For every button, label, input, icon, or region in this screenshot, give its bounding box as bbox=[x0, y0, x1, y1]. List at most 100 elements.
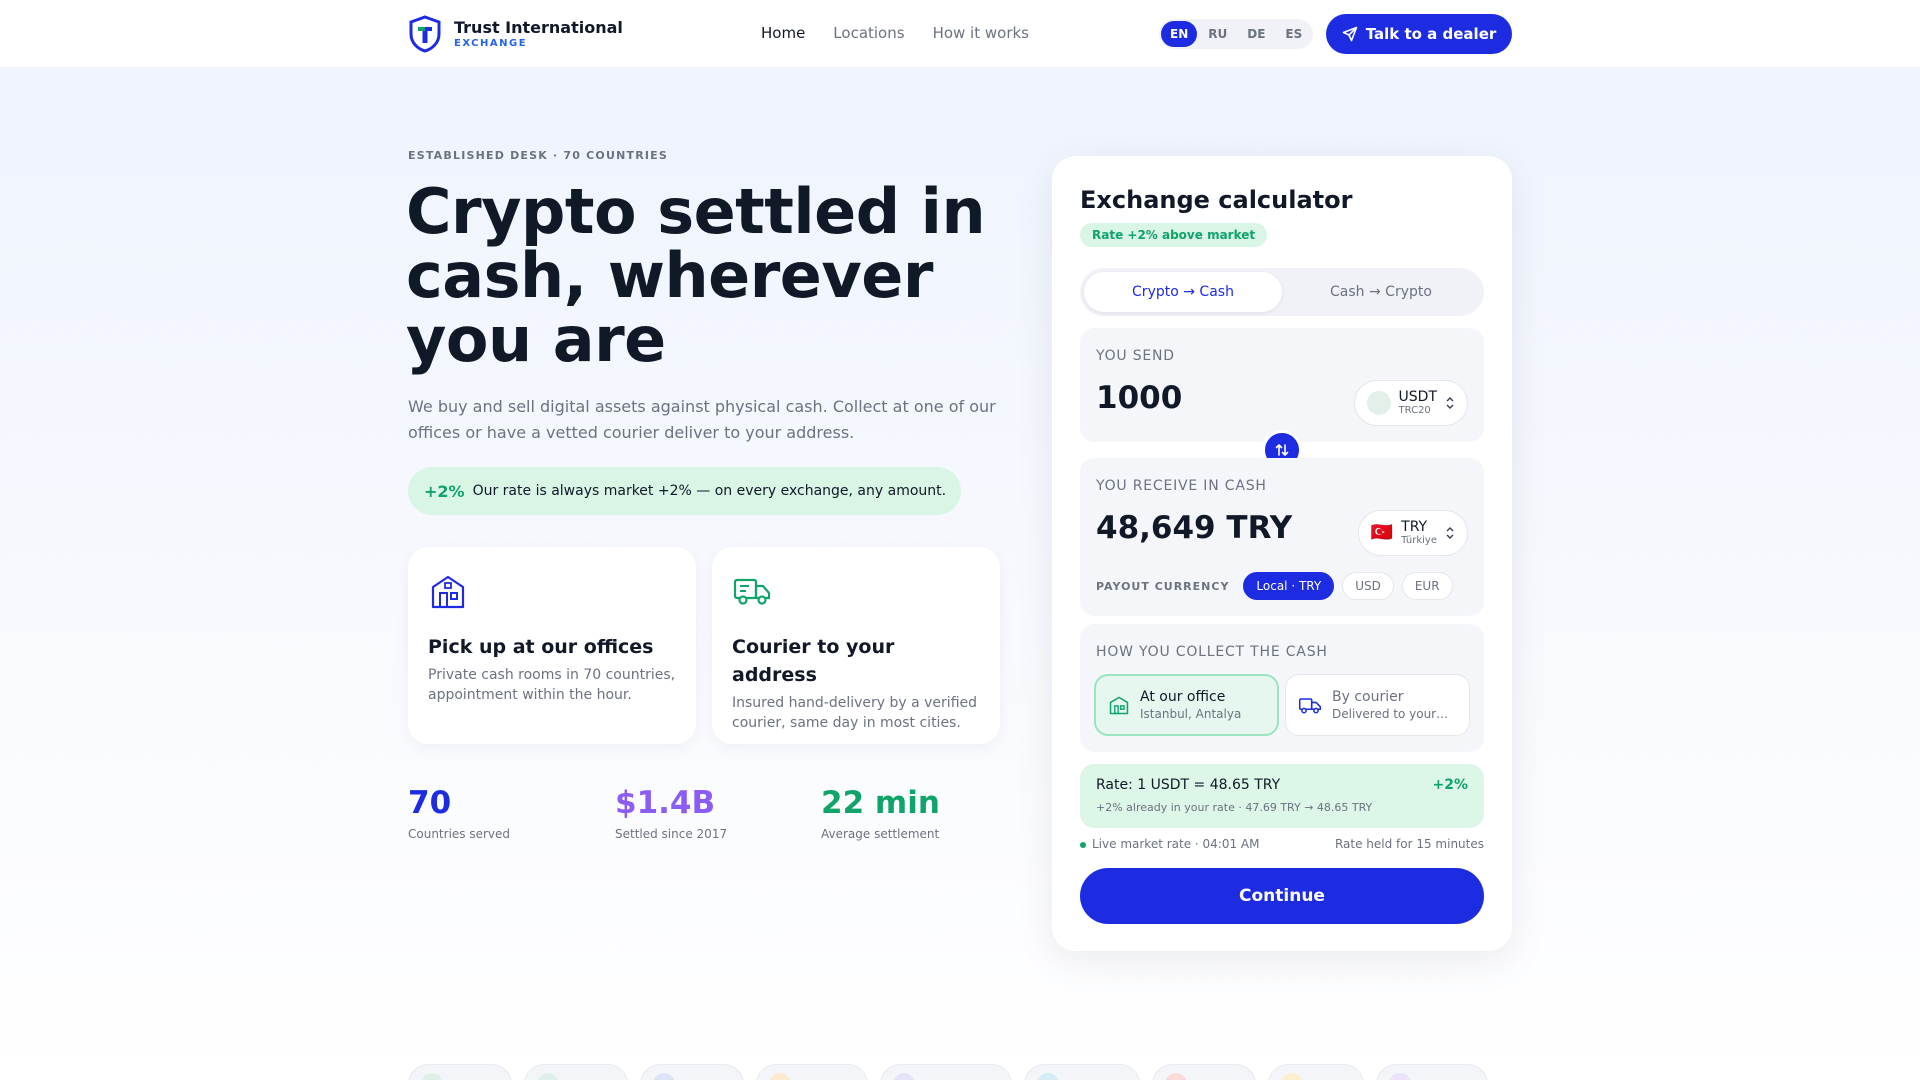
feature-text: Private cash rooms in 70 countries, appo… bbox=[428, 667, 676, 703]
receive-currency: TRY bbox=[1401, 518, 1428, 535]
ticker-chip bbox=[1152, 1064, 1256, 1080]
ticker-chip bbox=[524, 1064, 628, 1080]
stat-countries: 70 Countries served bbox=[408, 785, 510, 841]
shield-logo-icon bbox=[409, 15, 441, 53]
live-rate: Live market rate · 04:01 AM bbox=[1080, 837, 1260, 851]
coin-icon bbox=[537, 1073, 559, 1080]
payout-local-try[interactable]: Local · TRY bbox=[1243, 572, 1335, 600]
coin-icon bbox=[1281, 1073, 1303, 1080]
receive-amount: 48,649 TRY bbox=[1096, 510, 1293, 546]
feature-card-courier: Courier to your address Insured hand-del… bbox=[712, 547, 1000, 744]
lang-ru[interactable]: RU bbox=[1199, 21, 1236, 47]
send-label: YOU SEND bbox=[1096, 348, 1175, 364]
coin-icon bbox=[769, 1073, 791, 1080]
nav-locations[interactable]: Locations bbox=[833, 24, 904, 42]
payout-label: PAYOUT CURRENCY bbox=[1096, 579, 1230, 593]
hero-eyebrow: ESTABLISHED DESK · 70 COUNTRIES bbox=[408, 149, 669, 162]
talk-to-dealer-button[interactable]: Talk to a dealer bbox=[1326, 14, 1512, 54]
lang-es[interactable]: ES bbox=[1276, 21, 1311, 47]
brand[interactable]: Trust International EXCHANGE bbox=[408, 15, 623, 53]
collect-option-sub: Istanbul, Antalya bbox=[1140, 707, 1242, 721]
receive-currency-select[interactable]: 🇹🇷 TRY Türkiye bbox=[1357, 510, 1468, 556]
turkey-flag-icon: 🇹🇷 bbox=[1370, 522, 1394, 543]
chevron-updown-icon bbox=[1446, 397, 1454, 409]
live-dot-icon bbox=[1080, 841, 1086, 848]
rate-highlight-text: Our rate is always market +2% — on every… bbox=[472, 483, 947, 499]
chevron-updown-icon bbox=[1446, 527, 1454, 539]
collect-panel: HOW YOU COLLECT THE CASH At our office I… bbox=[1080, 624, 1484, 752]
rate-badge: Rate +2% above market bbox=[1080, 223, 1268, 247]
nav-home[interactable]: Home bbox=[761, 24, 805, 42]
stat-value: 70 bbox=[408, 785, 452, 821]
talk-to-dealer-label: Talk to a dealer bbox=[1365, 25, 1497, 43]
feature-card-offices: Pick up at our offices Private cash room… bbox=[408, 547, 696, 744]
ticker-chip bbox=[1268, 1064, 1364, 1080]
asset-ticker bbox=[408, 1064, 1488, 1080]
delivery-truck-icon bbox=[733, 578, 771, 605]
stat-label: Settled since 2017 bbox=[615, 827, 728, 841]
collect-by-courier[interactable]: By courier Delivered to your… bbox=[1285, 674, 1470, 736]
rate-summary: Rate: 1 USDT = 48.65 TRY +2% +2% already… bbox=[1080, 764, 1484, 828]
collect-option-sub: Delivered to your… bbox=[1332, 707, 1449, 721]
feature-text: Insured hand-delivery by a verified cour… bbox=[732, 695, 978, 731]
stat-label: Countries served bbox=[408, 827, 511, 841]
brand-name: Trust International bbox=[454, 18, 623, 37]
stat-settlement-time: 22 min Average settlement bbox=[821, 785, 940, 841]
calculator-title: Exchange calculator bbox=[1080, 186, 1353, 214]
mode-crypto-to-cash[interactable]: Crypto → Cash bbox=[1084, 272, 1282, 312]
mode-toggle: Crypto → Cash Cash → Crypto bbox=[1080, 268, 1484, 316]
coin-icon bbox=[1389, 1073, 1411, 1080]
continue-button[interactable]: Continue bbox=[1080, 868, 1484, 924]
hero-title: Crypto settled in cash, wherever you are bbox=[406, 175, 986, 376]
lang-de[interactable]: DE bbox=[1238, 21, 1274, 47]
send-currency: USDT bbox=[1398, 388, 1437, 405]
ticker-chip bbox=[880, 1064, 1012, 1080]
rate-plus: +2% bbox=[1432, 777, 1469, 793]
send-panel: YOU SEND USDT TRC20 bbox=[1080, 328, 1484, 442]
hero-description: We buy and sell digital assets against p… bbox=[408, 397, 996, 442]
ticker-chip bbox=[1024, 1064, 1140, 1080]
mode-cash-to-crypto[interactable]: Cash → Crypto bbox=[1282, 272, 1480, 312]
coin-icon bbox=[893, 1073, 915, 1080]
stat-settled: $1.4B Settled since 2017 bbox=[615, 785, 727, 841]
rate-line: Rate: 1 USDT = 48.65 TRY bbox=[1096, 777, 1281, 793]
send-currency-select[interactable]: USDT TRC20 bbox=[1353, 380, 1468, 426]
send-icon bbox=[1342, 26, 1358, 42]
office-building-icon bbox=[431, 575, 465, 609]
coin-icon bbox=[1165, 1073, 1187, 1080]
lang-en[interactable]: EN bbox=[1161, 21, 1198, 47]
collect-option-title: At our office bbox=[1140, 689, 1226, 705]
ticker-chip bbox=[640, 1064, 744, 1080]
rate-note: +2% already in your rate · 47.69 TRY → 4… bbox=[1096, 801, 1373, 814]
ticker-chip bbox=[408, 1064, 512, 1080]
top-header: Trust International EXCHANGE Home Locati… bbox=[0, 0, 1920, 68]
coin-icon bbox=[1037, 1073, 1059, 1080]
language-switcher: EN RU DE ES bbox=[1159, 19, 1314, 49]
coin-icon bbox=[421, 1073, 443, 1080]
send-network: TRC20 bbox=[1398, 404, 1431, 416]
rate-held-text: Rate held for 15 minutes bbox=[1334, 837, 1484, 851]
feature-title: Courier to your address bbox=[732, 636, 895, 686]
live-rate-text: Live market rate · 04:01 AM bbox=[1092, 837, 1260, 851]
delivery-truck-icon bbox=[1298, 698, 1322, 714]
brand-subtitle: EXCHANGE bbox=[454, 38, 528, 49]
feature-title: Pick up at our offices bbox=[428, 636, 654, 658]
receive-label: YOU RECEIVE IN CASH bbox=[1096, 478, 1267, 494]
payout-eur[interactable]: EUR bbox=[1401, 572, 1453, 600]
exchange-calculator: Exchange calculator Rate +2% above marke… bbox=[1052, 156, 1512, 951]
ticker-chip bbox=[1376, 1064, 1488, 1080]
usdt-coin-icon bbox=[1366, 391, 1391, 415]
rate-status: Live market rate · 04:01 AM Rate held fo… bbox=[1080, 837, 1484, 851]
receive-panel: YOU RECEIVE IN CASH 48,649 TRY 🇹🇷 TRY Tü… bbox=[1080, 458, 1484, 616]
receive-country: Türkiye bbox=[1401, 534, 1437, 546]
collect-label: HOW YOU COLLECT THE CASH bbox=[1096, 644, 1328, 660]
send-amount-input[interactable] bbox=[1096, 380, 1316, 416]
stat-value: $1.4B bbox=[615, 785, 716, 821]
payout-usd[interactable]: USD bbox=[1342, 572, 1394, 600]
nav-how-it-works[interactable]: How it works bbox=[933, 24, 1029, 42]
stat-label: Average settlement bbox=[821, 827, 940, 841]
collect-at-office[interactable]: At our office Istanbul, Antalya bbox=[1094, 674, 1279, 736]
coin-icon bbox=[653, 1073, 675, 1080]
ticker-chip bbox=[756, 1064, 868, 1080]
main-nav: Home Locations How it works bbox=[761, 24, 1029, 42]
